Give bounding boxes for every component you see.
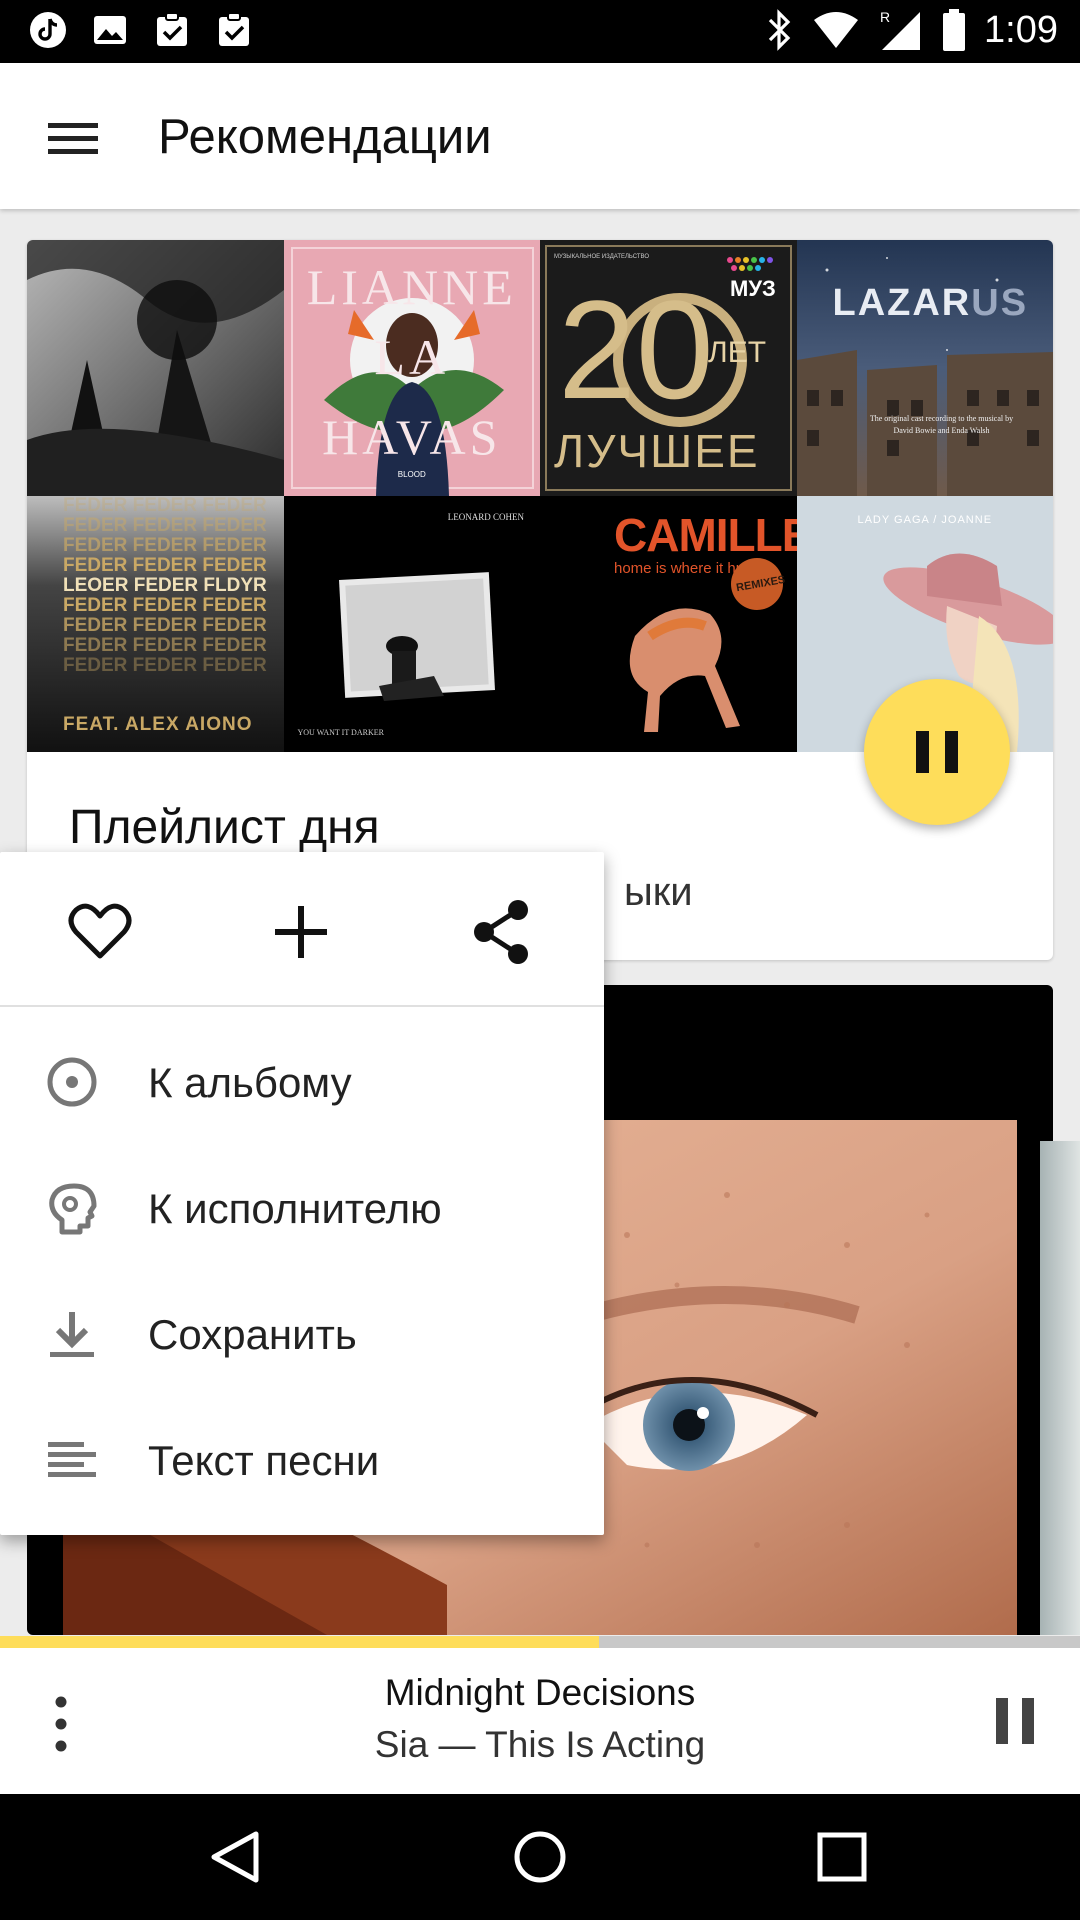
cover-text: LAZARUS [833,282,1029,325]
album-icon [47,1057,97,1107]
cover-text: ЛУЧШЕЕ [554,425,760,477]
cover-line: FEDER FEDER FEDER [63,515,267,536]
cover-line: FEDER FEDER FEDER [63,615,267,636]
cover-album: YOU WANT IT DARKER [297,728,384,737]
menu-item-save[interactable]: Сохранить [0,1271,604,1397]
status-bar: R 1:09 [0,0,1080,63]
cover-text: HAVAS [322,409,502,465]
menu-item-label: Текст песни [148,1437,380,1484]
cover-line: LEOER FEDER FLDYR [63,575,267,596]
cover-text: 20 [558,271,714,428]
next-card-peek[interactable] [1040,1141,1080,1635]
cover-grid: LIANNE LA HAVAS BLOOD МУЗЫКАЛЬНОЕ ИЗДАТЕ… [27,240,1053,752]
cover-caption: David Bowie and Enda Walsh [893,426,990,435]
dark-forest-cover [27,240,284,496]
cover-caption: The original cast recording to the music… [869,414,1014,423]
recents-icon[interactable] [802,1822,882,1892]
system-nav-bar [0,1794,1080,1920]
menu-item-lyrics[interactable]: Текст песни [0,1397,604,1523]
back-icon[interactable] [196,1822,276,1892]
quick-actions-row [0,852,604,1007]
cover-text: LA [374,329,450,385]
pause-icon [916,731,958,773]
track-context-menu: К альбому К исполнителю Сохранить Текст … [0,852,604,1535]
pause-icon[interactable] [988,1692,1042,1750]
tiktok-icon [30,12,66,48]
menu-item-go-to-album[interactable]: К альбому [0,1019,604,1145]
image-icon [94,16,126,44]
cover-line: FEDER FEDER FEDER [63,555,267,576]
lazarus-cover: LAZARUS The original cast recording to t… [796,240,1053,496]
playback-progress-bar[interactable] [0,1636,1080,1648]
lyrics-icon [48,1442,96,1477]
share-icon[interactable] [462,892,542,972]
clipboard-check-icon [219,12,249,46]
muz-20-let-cover: МУЗЫКАЛЬНОЕ ИЗДАТЕЛЬСТВО МУЗ 20 ЛЕТ ЛУЧШ… [540,240,797,496]
battery-icon [943,9,966,51]
cover-line: FEDER FEDER FEDER [63,635,267,656]
leonard-cohen-cover: LEONARD COHEN YOU WANT IT DARKER [283,496,540,752]
menu-item-label: Сохранить [148,1311,357,1358]
cover-text: МУЗ [730,276,776,301]
feder-cover: FEDER FEDER FEDER FEDER FEDER FEDER FEDE… [27,496,284,752]
signal-icon: R [880,9,921,50]
download-icon [50,1312,94,1357]
cover-text: МУЗЫКАЛЬНОЕ ИЗДАТЕЛЬСТВО [554,254,649,260]
cover-tag: BLOOD [397,470,426,479]
progress-fill [0,1636,600,1648]
play-pause-fab[interactable] [864,679,1010,825]
playlist-subtitle: ыки [624,870,693,914]
camille-cover: CAMILLE home is where it hurts REMIXES [540,496,797,752]
mini-player[interactable]: Midnight Decisions Sia — This Is Acting [0,1648,1080,1794]
track-artist-album: Sia — This Is Acting [374,1724,706,1765]
menu-item-label: К альбому [148,1059,352,1106]
cover-text: ЛЕТ [708,336,767,369]
heart-icon[interactable] [60,892,140,972]
svg-text:R: R [880,9,890,25]
clock: 1:09 [984,8,1058,51]
plus-icon[interactable] [261,892,341,972]
wifi-icon [814,12,859,48]
bluetooth-icon [768,9,791,51]
menu-icon[interactable] [38,107,108,167]
cover-feat: FEAT. ALEX AIONO [63,714,253,735]
cover-title-a: LAZAR [832,282,972,324]
lianne-la-havas-cover: LIANNE LA HAVAS BLOOD [283,240,540,496]
cover-title-b: US [971,282,1029,324]
menu-item-label: К исполнителю [148,1185,442,1232]
page-title: Рекомендации [158,110,492,164]
cover-line: FEDER FEDER FEDER [63,496,267,516]
cover-line: FEDER FEDER FEDER [63,655,267,676]
home-icon[interactable] [500,1822,580,1892]
menu-item-go-to-artist[interactable]: К исполнителю [0,1145,604,1271]
cover-line: FEDER FEDER FEDER [63,535,267,556]
artist-icon [49,1183,97,1235]
playlist-title: Плейлист дня [69,801,380,854]
track-title: Midnight Decisions [384,1672,696,1713]
cover-text: LIANNE [306,259,517,315]
cover-line: FEDER FEDER FEDER [63,595,267,616]
app-bar: Рекомендации [0,63,1080,209]
clipboard-check-icon [157,12,187,46]
